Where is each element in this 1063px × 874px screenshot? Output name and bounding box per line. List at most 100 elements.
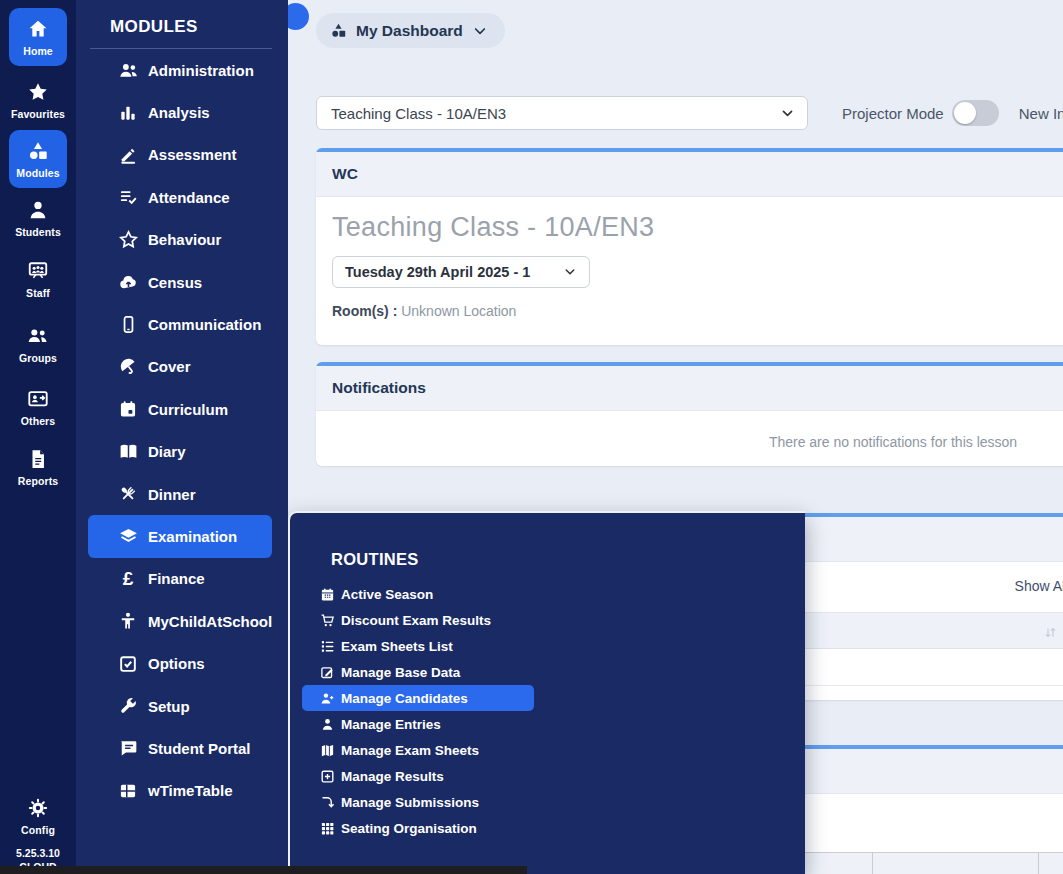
routine-item-label: Seating Organisation	[341, 821, 477, 836]
routine-item-manage-results[interactable]: Manage Results	[290, 763, 805, 789]
rail-item-label: Others	[21, 415, 55, 427]
module-item-communication[interactable]: Communication	[76, 303, 288, 345]
pound-icon: £	[117, 569, 139, 589]
new-interface-label: New Interface	[1019, 105, 1063, 122]
module-item-analysis[interactable]: Analysis	[76, 91, 288, 133]
rail-item-modules[interactable]: Modules	[9, 130, 67, 188]
person-plus-icon	[319, 691, 335, 706]
session-select[interactable]: Tuesday 29th April 2025 - 1	[332, 256, 590, 288]
routine-item-exam-sheets-list[interactable]: Exam Sheets List	[290, 633, 805, 659]
module-item-attendance[interactable]: Attendance	[76, 176, 288, 218]
notifications-empty-message: There are no notifications for this less…	[316, 411, 1063, 466]
star-icon	[27, 81, 49, 103]
rail-item-others[interactable]: Others	[21, 388, 55, 427]
module-item-mychildatschool[interactable]: MyChildAtSchool	[76, 600, 288, 642]
projector-mode-label: Projector Mode	[842, 105, 944, 122]
grid-icon	[117, 781, 139, 801]
routines-title: ROUTINES	[331, 550, 805, 569]
rail-item-groups[interactable]: Groups	[19, 325, 57, 364]
wc-card: WC Teaching Class - 10A/EN3 Tuesday 29th…	[316, 148, 1063, 345]
home-icon	[27, 18, 49, 40]
dashboard-selector-label: My Dashboard	[356, 22, 463, 40]
rail-item-label: Home	[23, 45, 53, 57]
seats-grid-icon	[319, 821, 335, 836]
rail-item-staff[interactable]: Staff	[26, 260, 50, 299]
projector-mode-toggle[interactable]	[952, 100, 999, 126]
module-item-diary[interactable]: Diary	[76, 431, 288, 473]
wrench-icon	[117, 696, 139, 716]
routine-item-manage-base-data[interactable]: Manage Base Data	[290, 659, 805, 685]
version-number: 5.25.3.10	[16, 846, 60, 860]
chevron-down-icon	[781, 107, 794, 120]
people-icon	[117, 60, 139, 81]
chat-icon	[117, 738, 139, 758]
module-item-census[interactable]: Census	[76, 261, 288, 303]
show-all-link[interactable]: Show All Messages	[1015, 578, 1063, 594]
cutlery-icon	[117, 484, 139, 504]
module-item-label: wTimeTable	[148, 782, 232, 799]
bar-chart-icon	[117, 103, 139, 123]
module-item-wtimetable[interactable]: wTimeTable	[76, 770, 288, 812]
person-icon	[319, 717, 335, 732]
module-item-label: Diary	[148, 443, 186, 460]
routine-item-label: Manage Entries	[341, 717, 441, 732]
dashboard-selector[interactable]: My Dashboard	[316, 13, 505, 48]
routine-item-discount-exam-results[interactable]: Discount Exam Results	[290, 607, 805, 633]
module-item-label: Curriculum	[148, 401, 228, 418]
module-item-examination[interactable]: Examination	[88, 515, 272, 557]
left-rail: Home Favourites Modules Students Staff G…	[0, 0, 76, 874]
others-icon	[27, 388, 49, 410]
staff-icon	[27, 260, 49, 282]
sort-icon[interactable]	[1043, 626, 1058, 641]
module-item-cover[interactable]: Cover	[76, 346, 288, 388]
module-item-administration[interactable]: Administration	[76, 49, 288, 91]
class-select[interactable]: Teaching Class - 10A/EN3	[316, 96, 808, 130]
module-item-student-portal[interactable]: Student Portal	[76, 727, 288, 769]
module-item-assessment[interactable]: Assessment	[76, 134, 288, 176]
routine-item-seating-organisation[interactable]: Seating Organisation	[290, 815, 805, 841]
routine-item-manage-submissions[interactable]: Manage Submissions	[290, 789, 805, 815]
routine-item-active-season[interactable]: Active Season	[290, 581, 805, 607]
module-item-finance[interactable]: £ Finance	[76, 558, 288, 600]
gear-icon	[27, 797, 49, 819]
module-item-curriculum[interactable]: Curriculum	[76, 388, 288, 430]
rail-item-reports[interactable]: Reports	[18, 448, 58, 487]
wc-card-header: WC	[316, 152, 1063, 197]
rail-item-home[interactable]: Home	[9, 8, 67, 66]
layers-icon	[117, 526, 139, 547]
module-item-label: Communication	[148, 316, 261, 333]
routine-item-label: Manage Candidates	[341, 691, 468, 706]
routine-item-label: Active Season	[341, 587, 433, 602]
rail-item-label: Favourites	[11, 108, 65, 120]
rooms-label: Room(s) :	[332, 303, 397, 319]
notifications-card-header: Notifications	[316, 366, 1063, 411]
module-item-label: Dinner	[148, 486, 196, 503]
module-item-behaviour[interactable]: Behaviour	[76, 219, 288, 261]
module-item-setup[interactable]: Setup	[76, 685, 288, 727]
reports-icon	[27, 448, 49, 470]
numbered-list-icon	[319, 639, 335, 654]
modules-mini-icon	[330, 22, 347, 39]
module-item-label: Student Portal	[148, 740, 251, 757]
map-icon	[319, 743, 335, 758]
rail-item-label: Students	[15, 226, 61, 238]
module-item-label: Finance	[148, 570, 205, 587]
rail-item-config[interactable]: Config	[21, 797, 55, 836]
module-item-options[interactable]: Options	[76, 642, 288, 684]
routine-item-manage-entries[interactable]: Manage Entries	[290, 711, 805, 737]
class-select-value: Teaching Class - 10A/EN3	[331, 105, 506, 122]
rooms-line: Room(s) : Unknown Location	[332, 303, 1063, 319]
modules-icon	[27, 140, 49, 162]
cart-icon	[319, 613, 335, 628]
routine-item-manage-exam-sheets[interactable]: Manage Exam Sheets	[290, 737, 805, 763]
rail-item-students[interactable]: Students	[15, 199, 61, 238]
rail-item-label: Staff	[26, 287, 50, 299]
rail-item-favourites[interactable]: Favourites	[11, 81, 65, 120]
module-item-dinner[interactable]: Dinner	[76, 473, 288, 515]
routine-item-label: Discount Exam Results	[341, 613, 491, 628]
taskbar-strip	[0, 866, 527, 874]
edit-square-icon	[319, 665, 335, 680]
module-item-label: Options	[148, 655, 205, 672]
routine-item-manage-candidates[interactable]: Manage Candidates	[302, 685, 534, 711]
module-item-label: Census	[148, 274, 202, 291]
